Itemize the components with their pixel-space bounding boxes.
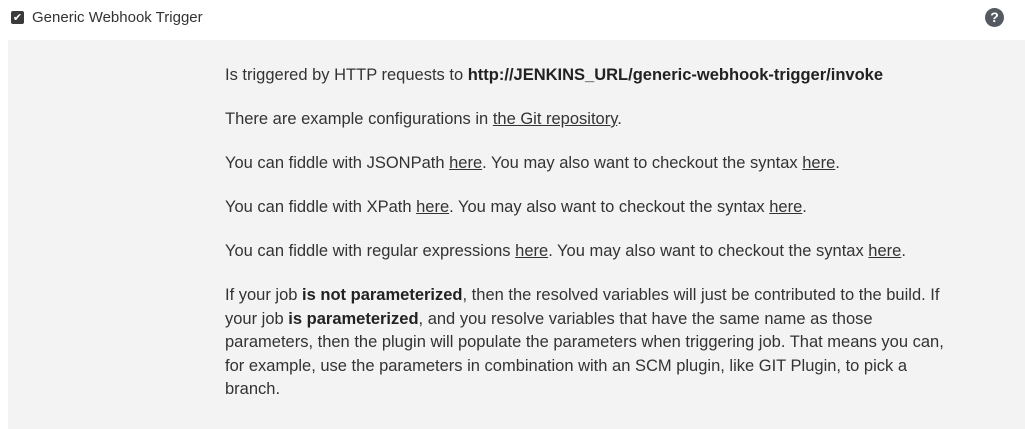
help-text: . You may also want to checkout the synt… bbox=[482, 154, 803, 172]
help-text: You can fiddle with XPath bbox=[225, 198, 417, 216]
generic-webhook-trigger-label[interactable]: Generic Webhook Trigger bbox=[32, 9, 203, 26]
help-paragraph-jsonpath: You can fiddle with JSONPath here. You m… bbox=[225, 152, 965, 176]
help-text: You can fiddle with JSONPath bbox=[225, 154, 450, 172]
emphasis-parameterized: is parameterized bbox=[288, 309, 419, 328]
help-content: Is triggered by HTTP requests to http://… bbox=[225, 64, 965, 422]
help-text: Is triggered by HTTP requests to bbox=[225, 66, 468, 84]
help-paragraph-url: Is triggered by HTTP requests to http://… bbox=[225, 64, 965, 88]
generic-webhook-trigger-checkbox[interactable]: ✔ bbox=[11, 11, 24, 24]
help-text: If your job bbox=[225, 286, 303, 304]
jsonpath-fiddle-link[interactable]: here bbox=[449, 154, 482, 172]
help-panel: Is triggered by HTTP requests to http://… bbox=[8, 40, 1025, 429]
trigger-header: ✔ Generic Webhook Trigger ? bbox=[0, 0, 1027, 40]
git-repository-link[interactable]: the Git repository bbox=[493, 110, 617, 128]
help-text: . You may also want to checkout the synt… bbox=[449, 198, 770, 216]
regex-syntax-link[interactable]: here bbox=[868, 242, 901, 260]
invoke-url: http://JENKINS_URL/generic-webhook-trigg… bbox=[467, 66, 884, 84]
help-text: . bbox=[802, 198, 807, 216]
jsonpath-syntax-link[interactable]: here bbox=[802, 154, 835, 172]
help-icon[interactable]: ? bbox=[985, 8, 1004, 27]
emphasis-not-parameterized: is not parameterized bbox=[302, 286, 463, 304]
help-text: . bbox=[835, 154, 840, 172]
help-text: . bbox=[617, 110, 622, 128]
xpath-fiddle-link[interactable]: here bbox=[416, 198, 449, 216]
help-paragraph-xpath: You can fiddle with XPath here. You may … bbox=[225, 196, 965, 220]
help-paragraph-regex: You can fiddle with regular expressions … bbox=[225, 240, 965, 264]
help-paragraph-examples: There are example configurations in the … bbox=[225, 108, 965, 132]
help-text: . You may also want to checkout the synt… bbox=[548, 242, 869, 260]
help-paragraph-parameters: If your job is not parameterized, then t… bbox=[225, 284, 965, 402]
help-text: You can fiddle with regular expressions bbox=[225, 242, 516, 260]
help-text: There are example configurations in bbox=[225, 110, 493, 128]
regex-fiddle-link[interactable]: here bbox=[515, 242, 548, 260]
xpath-syntax-link[interactable]: here bbox=[769, 198, 802, 216]
help-text: . bbox=[901, 242, 906, 260]
